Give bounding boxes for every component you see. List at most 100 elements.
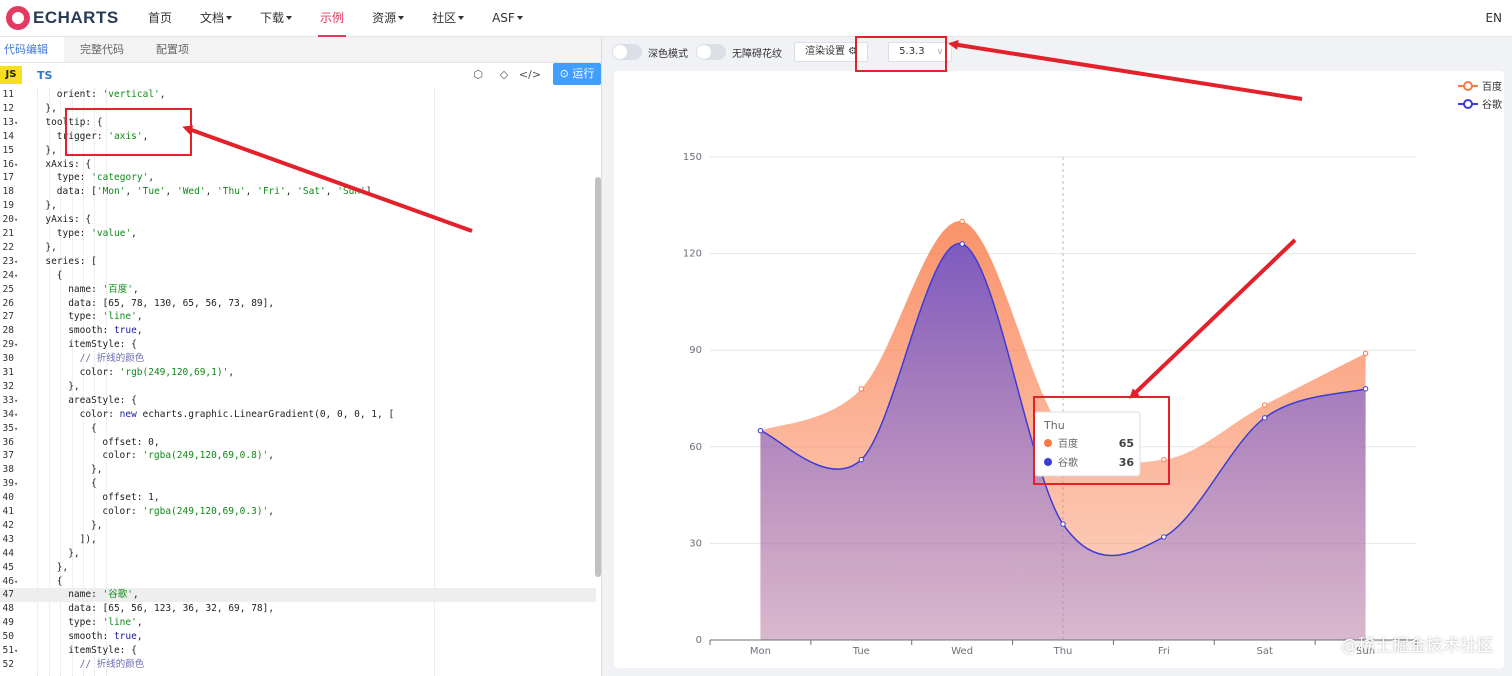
code-text: itemStyle: { — [68, 645, 137, 656]
code-line[interactable]: 44}, — [0, 547, 596, 561]
code-line[interactable]: 42}, — [0, 519, 596, 533]
code-line[interactable]: 27 type: 'line', — [0, 310, 596, 324]
code-line[interactable]: 31 color: 'rgb(249,120,69,1)', — [0, 366, 596, 380]
code-area[interactable]: 11 orient: 'vertical', 12}, 13▾ tooltip: {14… — [0, 88, 602, 676]
render-settings-button[interactable]: 渲染设置 ⚙ — [794, 42, 869, 62]
code-line[interactable]: 33▾ areaStyle: { — [0, 394, 596, 408]
code-line[interactable]: 43]), — [0, 533, 596, 547]
code-line[interactable]: 45}, — [0, 561, 596, 575]
code-line[interactable]: 34▾ color: new echarts.graphic.LinearGrad… — [0, 408, 596, 422]
fold-arrow-icon[interactable]: ▾ — [14, 339, 22, 353]
data-point[interactable] — [1161, 534, 1167, 540]
fold-arrow-icon[interactable]: ▾ — [14, 270, 22, 284]
data-point[interactable] — [1161, 456, 1167, 463]
code-line[interactable]: 41 color: 'rgba(249,120,69,0.3)', — [0, 505, 596, 519]
data-point[interactable] — [959, 218, 965, 225]
format-icon[interactable]: ⬡ — [465, 66, 491, 84]
code-line[interactable]: 12}, — [0, 102, 596, 116]
code-line[interactable]: 14 trigger: 'axis', — [0, 130, 596, 144]
nav-item-2[interactable]: 下载 — [246, 0, 306, 37]
code-line[interactable]: 13▾ tooltip: { — [0, 116, 596, 130]
nav-item-0[interactable]: 首页 — [134, 0, 186, 37]
data-point[interactable] — [1060, 521, 1066, 527]
nav-item-6[interactable]: ASF — [478, 0, 537, 37]
code-line[interactable]: 25 name: '百度', — [0, 283, 596, 297]
code-line[interactable]: 50 smooth: true, — [0, 630, 596, 644]
code-line[interactable]: 47 name: '谷歌', — [0, 588, 596, 603]
fold-arrow-icon[interactable]: ▾ — [14, 117, 22, 131]
legend-label-1[interactable]: 谷歌 — [1482, 98, 1502, 111]
fold-arrow-icon[interactable]: ▾ — [14, 256, 22, 270]
code-line[interactable]: 24▾ { — [0, 269, 596, 283]
dark-mode-toggle[interactable] — [612, 44, 642, 60]
editor-tab-1[interactable]: 完整代码 — [64, 37, 140, 62]
nav-item-4[interactable]: 资源 — [358, 0, 418, 37]
fold-arrow-icon[interactable]: ▾ — [14, 395, 22, 409]
code-icon[interactable]: </> — [517, 66, 543, 84]
code-line[interactable]: 23▾ series: [ — [0, 255, 596, 269]
code-line[interactable]: 22}, — [0, 241, 596, 255]
fold-arrow-icon[interactable]: ▾ — [14, 423, 22, 437]
data-point[interactable] — [757, 428, 764, 434]
code-line[interactable]: 37 color: 'rgba(249,120,69,0.8)', — [0, 449, 596, 463]
lang-js-tab[interactable]: JS — [0, 66, 22, 84]
data-point[interactable] — [959, 241, 965, 247]
fold-arrow-icon[interactable]: ▾ — [14, 478, 22, 492]
data-point[interactable] — [1362, 386, 1369, 392]
nav-item-5[interactable]: 社区 — [418, 0, 478, 37]
code-line[interactable]: 38}, — [0, 463, 596, 477]
code-line[interactable]: 17 type: 'category', — [0, 171, 596, 185]
code-text: { — [56, 575, 63, 587]
legend-marker-1[interactable] — [1463, 99, 1473, 109]
cube-icon[interactable]: ◇ — [491, 66, 517, 84]
code-line[interactable]: 30 // 折线的颜色 — [0, 352, 596, 366]
code-line[interactable]: 32}, — [0, 380, 596, 394]
fold-arrow-icon[interactable]: ▾ — [14, 214, 22, 228]
accessibility-toggle[interactable] — [696, 44, 726, 60]
code-line[interactable]: 49 type: 'line', — [0, 616, 596, 630]
code-line[interactable]: 18 data: ['Mon', 'Tue', 'Wed', 'Thu', 'Fr… — [0, 185, 596, 199]
lang-ts-tab[interactable]: TS — [37, 69, 52, 82]
code-line[interactable]: 19}, — [0, 199, 596, 213]
echarts-logo[interactable]: ECHARTS — [6, 6, 126, 30]
code-line[interactable]: 46▾ { — [0, 575, 596, 589]
code-line[interactable]: 21 type: 'value', — [0, 227, 596, 241]
data-point[interactable] — [858, 386, 864, 392]
fold-arrow-icon[interactable]: ▾ — [14, 645, 22, 659]
code-line[interactable]: 16▾ xAxis: { — [0, 158, 596, 172]
code-line[interactable]: 35▾ { — [0, 422, 596, 436]
code-line[interactable]: 26 data: [65, 78, 130, 65, 56, 73, 89], — [0, 297, 596, 311]
code-line[interactable]: 51▾ itemStyle: { — [0, 644, 596, 658]
nav-item-3[interactable]: 示例 — [306, 0, 358, 37]
code-line[interactable]: 11 orient: 'vertical', — [0, 88, 596, 102]
chart-canvas[interactable]: 0306090120150Mon Tue Wed Thu Fri Sat Sun百度谷歌Th… — [614, 71, 1504, 668]
code-line[interactable]: 36 offset: 0, — [0, 436, 596, 450]
language-switch[interactable]: EN — [1485, 0, 1502, 37]
editor-tab-2[interactable]: 配置项 — [140, 37, 205, 62]
fold-arrow-icon[interactable]: ▾ — [14, 159, 22, 173]
run-button[interactable]: ⊙ 运行 — [553, 63, 601, 85]
code-line[interactable]: 52 // 折线的颜色 — [0, 658, 596, 672]
data-point[interactable] — [858, 456, 864, 463]
code-line[interactable]: 15}, — [0, 144, 596, 158]
data-point[interactable] — [1262, 402, 1268, 408]
legend-marker-0[interactable] — [1463, 81, 1473, 91]
data-point[interactable] — [1262, 415, 1268, 421]
code-line[interactable]: 39▾ { — [0, 477, 596, 491]
data-point[interactable] — [1362, 350, 1369, 357]
nav-item-1[interactable]: 文档 — [186, 0, 246, 37]
line-number: 12 — [2, 102, 14, 114]
code-line[interactable]: 48 data: [65, 56, 123, 36, 32, 69, 78], — [0, 602, 596, 616]
fold-arrow-icon[interactable]: ▾ — [14, 576, 22, 590]
code-line[interactable]: 40 offset: 1, — [0, 491, 596, 505]
code-line[interactable]: 20▾ yAxis: { — [0, 213, 596, 227]
editor-scrollbar[interactable] — [595, 177, 601, 577]
code-line[interactable]: 29▾ itemStyle: { — [0, 338, 596, 352]
dark-mode-label: 深色模式 — [648, 48, 688, 60]
version-select[interactable]: 5.3.3 ∨ — [888, 42, 953, 62]
editor-tab-0[interactable]: 代码编辑 — [0, 37, 64, 62]
code-line[interactable]: 28 smooth: true, — [0, 324, 596, 338]
fold-arrow-icon[interactable]: ▾ — [14, 409, 22, 423]
legend-label-0[interactable]: 百度 — [1482, 80, 1502, 93]
code-text: smooth: true, — [68, 325, 143, 337]
